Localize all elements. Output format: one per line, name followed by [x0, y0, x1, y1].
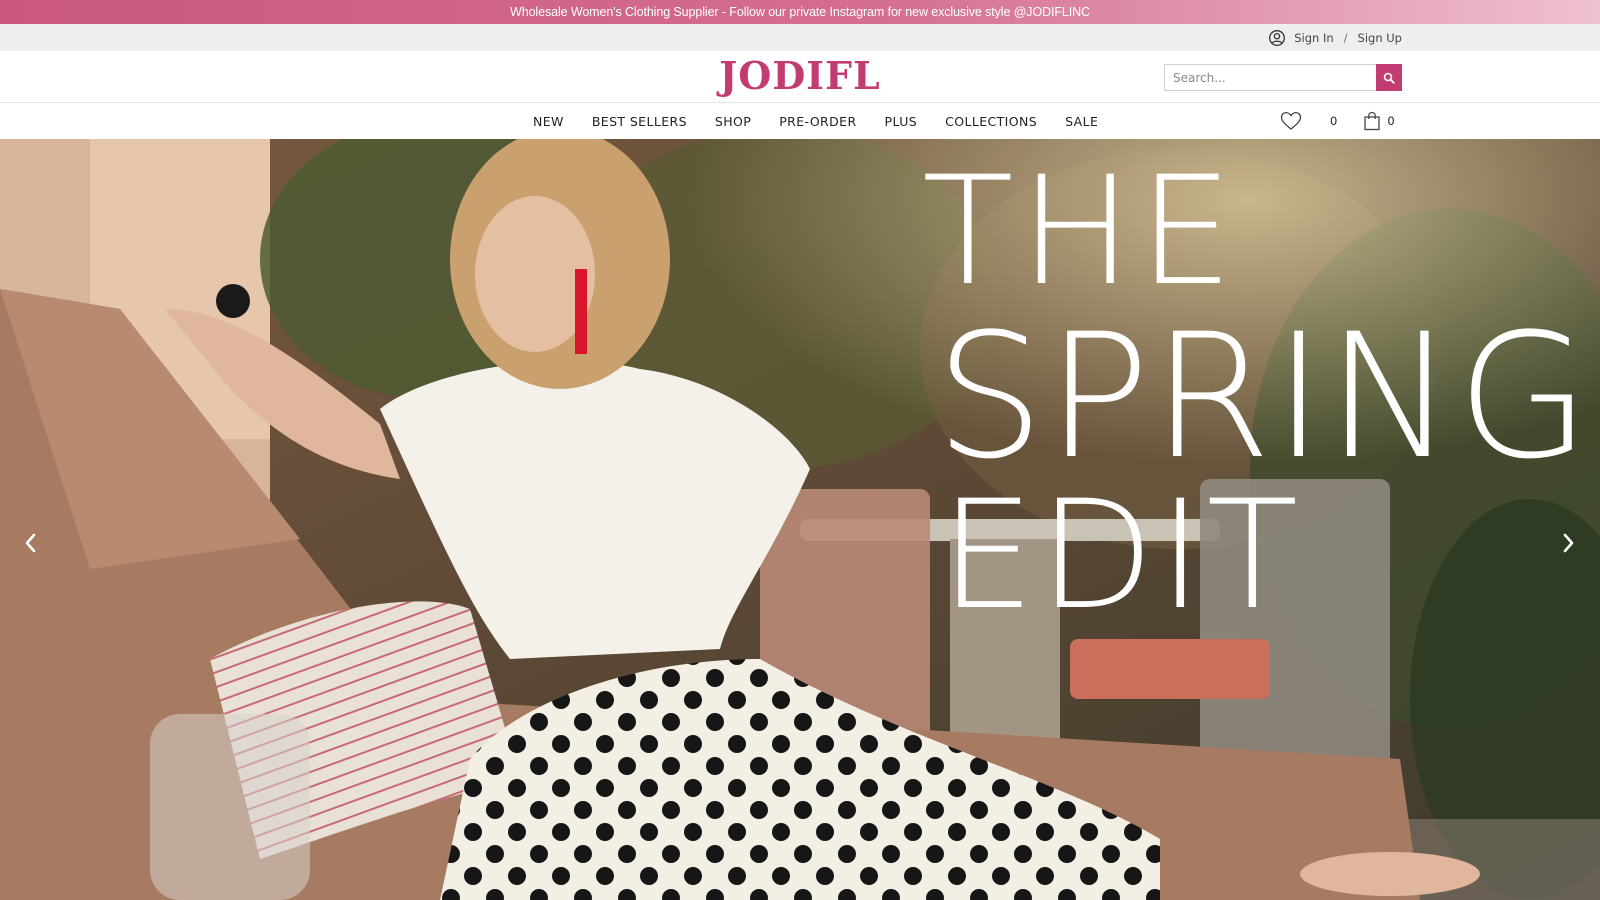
- slider-prev-button[interactable]: [14, 526, 48, 560]
- nav-item-best-sellers[interactable]: BEST SELLERS: [592, 114, 687, 129]
- heart-icon[interactable]: [1280, 111, 1302, 131]
- user-circle-icon[interactable]: [1268, 29, 1286, 47]
- hero-headline-line-2: SPRING: [935, 296, 1593, 497]
- chevron-left-icon: [25, 533, 36, 553]
- site-logo[interactable]: JODIFL: [719, 53, 881, 98]
- slider-next-button[interactable]: [1551, 526, 1585, 560]
- chevron-right-icon: [1563, 533, 1574, 553]
- account-links: Sign In / Sign Up: [1268, 24, 1402, 51]
- nav-item-collections[interactable]: COLLECTIONS: [945, 114, 1037, 129]
- sign-in-link[interactable]: Sign In: [1294, 31, 1333, 45]
- promo-banner: Wholesale Women's Clothing Supplier - Fo…: [0, 0, 1600, 24]
- nav-item-pre-order[interactable]: PRE-ORDER: [779, 114, 856, 129]
- wishlist-count: 0: [1330, 114, 1338, 128]
- nav-item-sale[interactable]: SALE: [1065, 114, 1098, 129]
- hero-slider[interactable]: THE SPRING EDIT: [0, 139, 1600, 900]
- nav-menu: NEW BEST SELLERS SHOP PRE-ORDER PLUS COL…: [533, 103, 1126, 139]
- promo-text: Wholesale Women's Clothing Supplier - Fo…: [510, 5, 1090, 19]
- search-button[interactable]: [1376, 64, 1402, 91]
- sign-up-link[interactable]: Sign Up: [1358, 31, 1402, 45]
- nav-item-plus[interactable]: PLUS: [885, 114, 918, 129]
- cart-count: 0: [1387, 114, 1395, 128]
- site-header: JODIFL: [0, 51, 1600, 103]
- nav-tools: 0 0: [1280, 103, 1395, 139]
- hero-headline-line-3: EDIT: [940, 469, 1303, 643]
- account-bar: Sign In / Sign Up: [0, 24, 1600, 51]
- account-separator: /: [1343, 30, 1348, 45]
- shopping-bag-icon[interactable]: [1363, 111, 1381, 131]
- hero-headline-line-1: THE: [922, 145, 1240, 319]
- nav-item-shop[interactable]: SHOP: [715, 114, 751, 129]
- search-bar: [1164, 64, 1402, 91]
- search-icon: [1383, 72, 1395, 84]
- search-input[interactable]: [1164, 64, 1376, 91]
- hero-image: [0, 139, 1600, 900]
- nav-item-new[interactable]: NEW: [533, 114, 564, 129]
- main-nav: NEW BEST SELLERS SHOP PRE-ORDER PLUS COL…: [0, 103, 1600, 139]
